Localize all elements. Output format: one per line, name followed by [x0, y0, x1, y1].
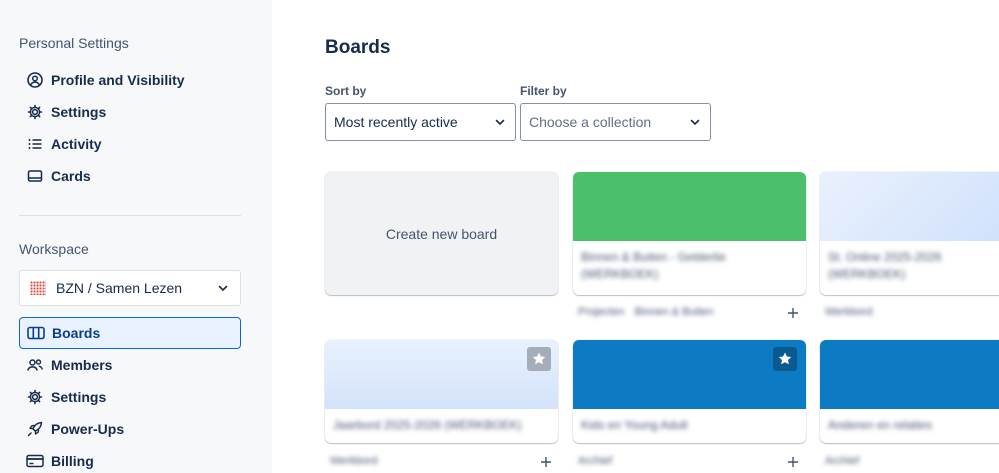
star-icon	[532, 352, 546, 365]
members-icon	[26, 356, 44, 374]
collection-tag: Archief	[825, 455, 860, 467]
board-tile[interactable]: Kids en Young Adult	[573, 340, 806, 443]
collection-tag: Binnen & Buiten	[634, 306, 714, 318]
board-collections: Archief	[825, 455, 859, 467]
sidebar-item-label: Billing	[51, 453, 94, 469]
sidebar-item-boards[interactable]: Boards	[19, 317, 241, 349]
board-name: St. Online 2025-2026 (WERKBOEK)	[828, 250, 942, 281]
sidebar-divider	[19, 215, 241, 216]
board-cover	[820, 172, 999, 241]
chevron-down-icon	[688, 115, 702, 129]
user-circle-icon	[26, 71, 44, 89]
collection-tag: Werkbord	[330, 455, 378, 467]
sidebar-item-label: Settings	[51, 389, 107, 405]
collection-tag: Archief	[578, 455, 613, 467]
plus-icon	[541, 457, 551, 467]
star-icon	[778, 352, 792, 365]
board-collections: Werkbord	[330, 455, 377, 467]
sidebar-item-label: Profile and Visibility	[51, 72, 185, 88]
board-cover	[820, 340, 999, 409]
board-name: Anderen en relaties	[828, 418, 933, 432]
sidebar-item-activity[interactable]: Activity	[19, 128, 241, 160]
sidebar-item-label: Boards	[52, 325, 101, 341]
workspace-title: Workspace	[19, 241, 89, 257]
sort-by-select[interactable]: Most recently active	[325, 103, 516, 141]
sidebar-item-power-ups[interactable]: Power-Ups	[19, 413, 241, 445]
star-board-button[interactable]	[773, 347, 797, 371]
collection-tag: Werkbord	[825, 306, 873, 318]
board-cover	[325, 340, 558, 409]
sidebar-item-label: Settings	[51, 104, 107, 120]
board-tile[interactable]: Anderen en relaties	[820, 340, 999, 443]
create-new-board-label: Create new board	[385, 225, 498, 242]
board-cover	[573, 172, 806, 241]
settings-sidebar: Personal Settings Profile and Visibility…	[0, 0, 272, 473]
personal-settings-title: Personal Settings	[19, 35, 129, 51]
sidebar-item-profile-visibility[interactable]: Profile and Visibility	[19, 64, 241, 96]
sidebar-item-label: Cards	[51, 168, 91, 184]
sort-by-label: Sort by	[325, 84, 367, 98]
board-collections: Projecten Binnen & Buiten	[578, 306, 713, 318]
sort-by-value: Most recently active	[334, 114, 458, 130]
gear-icon	[26, 388, 44, 406]
board-collections: Werkbord	[825, 306, 872, 318]
add-to-collection-button[interactable]	[782, 451, 804, 473]
filter-by-placeholder: Choose a collection	[529, 114, 652, 130]
star-board-button[interactable]	[527, 347, 551, 371]
create-new-board-tile[interactable]: Create new board	[325, 172, 558, 295]
sidebar-item-members[interactable]: Members	[19, 349, 241, 381]
list-icon	[26, 135, 44, 153]
board-tile[interactable]: St. Online 2025-2026 (WERKBOEK)	[820, 172, 999, 295]
gear-icon	[26, 103, 44, 121]
workspace-name: BZN / Samen Lezen	[56, 280, 183, 296]
sidebar-item-workspace-settings[interactable]: Settings	[19, 381, 241, 413]
page-title: Boards	[325, 37, 391, 58]
filter-by-select[interactable]: Choose a collection	[520, 103, 711, 141]
board-name: Kids en Young Adult	[581, 418, 688, 432]
sidebar-item-cards[interactable]: Cards	[19, 160, 241, 192]
filter-by-label: Filter by	[520, 84, 567, 98]
board-tile[interactable]: Jaarbord 2025-2026 (WERKBOEK)	[325, 340, 558, 443]
sidebar-item-label: Members	[51, 357, 113, 373]
add-to-collection-button[interactable]	[782, 302, 804, 324]
plus-icon	[788, 308, 798, 318]
collection-tag: Projecten	[578, 306, 625, 318]
plus-icon	[788, 457, 798, 467]
card-icon	[26, 167, 44, 185]
sidebar-item-label: Power-Ups	[51, 421, 125, 437]
sidebar-item-billing[interactable]: Billing	[19, 445, 241, 473]
board-name: Binnen & Buiten - Gelderlie (WERKBOEK)	[581, 250, 726, 281]
board-collections: Archief	[578, 455, 612, 467]
chevron-down-icon	[216, 281, 230, 295]
workspace-logo	[30, 281, 46, 295]
board-icon	[27, 324, 45, 342]
credit-card-icon	[26, 452, 44, 470]
chevron-down-icon	[493, 115, 507, 129]
board-cover	[573, 340, 806, 409]
workspace-selector[interactable]: BZN / Samen Lezen	[19, 270, 241, 306]
add-to-collection-button[interactable]	[535, 451, 557, 473]
sidebar-item-label: Activity	[51, 136, 102, 152]
rocket-icon	[26, 420, 44, 438]
sidebar-item-personal-settings[interactable]: Settings	[19, 96, 241, 128]
board-tile[interactable]: Binnen & Buiten - Gelderlie (WERKBOEK)	[573, 172, 806, 295]
board-name: Jaarbord 2025-2026 (WERKBOEK)	[333, 418, 522, 432]
